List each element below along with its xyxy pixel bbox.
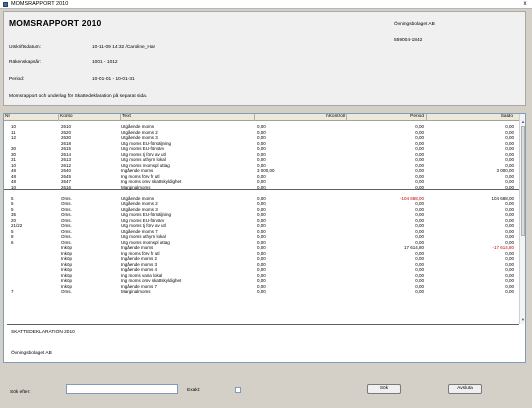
column-header-text[interactable]: Text bbox=[121, 114, 255, 121]
table-row[interactable]: 7 Oms. Marginalmoms 0,00 0,00 0,00 bbox=[4, 289, 520, 294]
exact-label: Exakt: bbox=[187, 388, 201, 393]
report-note: Momsrapport och underlag för Skattedekla… bbox=[9, 94, 148, 99]
search-button[interactable]: Sök bbox=[367, 384, 401, 394]
period-label: Period: bbox=[9, 77, 25, 82]
column-header-period[interactable]: Period bbox=[347, 114, 427, 121]
company-name: Övningsbolaget AB bbox=[394, 22, 435, 27]
grid-header: Nr Konto Text I\Kontroll Period Saldo bbox=[4, 114, 520, 121]
cell-period: 0,00 bbox=[415, 289, 424, 294]
footer-title: SKATTEDEKLARATION 2010 bbox=[11, 330, 75, 335]
report-footer: SKATTEDEKLARATION 2010 Övningsbolaget AB bbox=[7, 324, 519, 362]
cell-saldo: 0,00 bbox=[505, 289, 514, 294]
report-title: MOMSRAPPORT 2010 bbox=[9, 18, 102, 28]
window-title: MOMSRAPPORT 2010 bbox=[11, 1, 69, 7]
column-header-ikontroll[interactable]: I\Kontroll bbox=[255, 114, 347, 121]
exact-checkbox[interactable] bbox=[235, 387, 241, 393]
app-icon bbox=[3, 2, 8, 7]
period-value: 10-01-01 - 10-01-31 bbox=[92, 77, 135, 82]
print-date-value: 10-11-09 14:32 /Caroline_Har bbox=[92, 45, 156, 50]
print-date-label: Utskriftsdatum: bbox=[9, 45, 41, 50]
org-number: 559004-1842 bbox=[394, 38, 423, 43]
search-input[interactable] bbox=[66, 384, 178, 394]
column-header-saldo[interactable]: Saldo bbox=[427, 114, 520, 121]
cell-text: Marginalmoms bbox=[121, 289, 151, 294]
vertical-scrollbar[interactable]: ▲ ▼ bbox=[519, 114, 525, 324]
report-header: MOMSRAPPORT 2010 Övningsbolaget AB 55900… bbox=[3, 11, 526, 106]
fiscal-year-value: 1001 - 1012 bbox=[92, 60, 118, 65]
footer-company: Övningsbolaget AB bbox=[11, 351, 52, 356]
close-button[interactable]: Avsluta bbox=[448, 384, 482, 394]
cell-konto: Oms. bbox=[61, 289, 72, 294]
search-label: Sök efter: bbox=[10, 390, 31, 395]
cell-nr: 7 bbox=[11, 289, 14, 294]
close-icon[interactable]: x bbox=[521, 0, 529, 8]
cell-ikontroll: 0,00 bbox=[257, 289, 266, 294]
title-bar: MOMSRAPPORT 2010 x bbox=[0, 0, 532, 9]
search-bar: Sök efter: Exakt: Sök Avsluta bbox=[0, 365, 532, 408]
column-header-nr[interactable]: Nr bbox=[4, 114, 59, 121]
scroll-up-icon[interactable]: ▲ bbox=[521, 120, 525, 124]
scroll-down-icon[interactable]: ▼ bbox=[521, 318, 525, 322]
column-header-konto[interactable]: Konto bbox=[59, 114, 121, 121]
report-grid: Nr Konto Text I\Kontroll Period Saldo 10… bbox=[3, 113, 526, 363]
fiscal-year-label: Räkenskapsår: bbox=[9, 60, 41, 65]
grid-body: 10 2610 Utgående moms 0,00 0,00 0,00 11 2620 Utg… bbox=[4, 121, 520, 324]
scroll-thumb[interactable] bbox=[521, 126, 525, 236]
